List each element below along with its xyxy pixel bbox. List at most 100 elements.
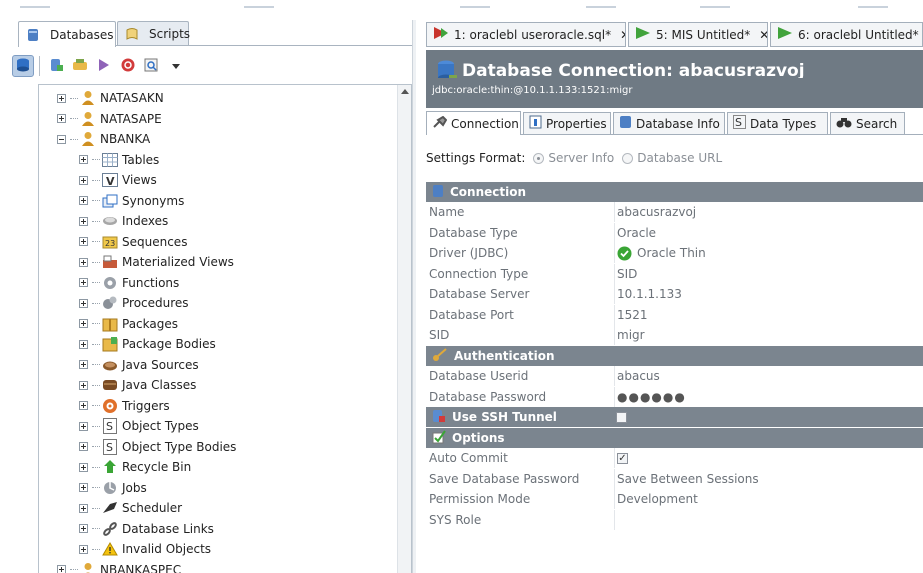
section-connection[interactable]: Connection — [426, 182, 923, 202]
tree-item[interactable]: Package Bodies — [79, 334, 216, 354]
ssh-tunnel-checkbox[interactable] — [616, 411, 627, 423]
expand-icon[interactable] — [79, 524, 88, 533]
property-row[interactable]: Database Server 10.1.1.133 — [426, 284, 923, 304]
object-tree[interactable]: NATASAKN NATASAPE NBANKA Tables V Views Synony… — [38, 84, 412, 573]
property-row[interactable]: Database Port 1521 — [426, 304, 923, 325]
tree-item[interactable]: Triggers — [79, 396, 170, 416]
property-row[interactable]: Database Type Oracle — [426, 222, 923, 243]
expand-icon[interactable] — [79, 339, 88, 349]
property-value[interactable]: Save Between Sessions — [614, 468, 923, 489]
tree-item[interactable]: Invalid Objects — [79, 539, 211, 559]
tab-scripts[interactable]: Scripts — [117, 21, 190, 45]
expand-icon[interactable] — [79, 462, 88, 472]
tree-item[interactable]: 23 Sequences — [79, 232, 187, 252]
property-row[interactable]: SYS Role — [426, 509, 923, 530]
tree-item[interactable]: Synonyms — [79, 191, 184, 211]
property-value[interactable] — [614, 509, 923, 530]
property-row[interactable]: Driver (JDBC) Oracle Thin — [426, 243, 923, 263]
tab-databases[interactable]: Databases — [18, 21, 116, 47]
disconnect-button[interactable] — [117, 55, 139, 77]
close-icon[interactable]: ✕ — [759, 28, 767, 42]
tree-item[interactable]: S Object Types — [79, 416, 199, 436]
find-dropdown-button[interactable] — [165, 55, 187, 77]
property-row[interactable]: Save Database Password Save Between Sessi… — [426, 468, 923, 489]
property-row[interactable]: Database Userid abacus — [426, 366, 923, 386]
tree-item[interactable]: Functions — [79, 273, 179, 293]
radio-server-info[interactable]: Server Info — [533, 151, 614, 165]
expand-icon[interactable] — [79, 278, 88, 287]
radio-database-url[interactable]: Database URL — [622, 151, 722, 165]
expand-icon[interactable] — [79, 421, 88, 431]
tree-item[interactable]: Procedures — [79, 293, 189, 313]
find-button[interactable] — [141, 55, 163, 77]
expand-icon[interactable] — [57, 114, 66, 123]
property-row[interactable]: Database Password ●●●●●● — [426, 386, 923, 407]
tree-item[interactable]: Materialized Views — [79, 252, 234, 272]
tree-item[interactable]: NATASAKN — [57, 88, 164, 108]
auto-commit-checkbox[interactable]: ✓ — [617, 452, 628, 464]
property-value[interactable]: abacusrazvoj — [614, 202, 923, 222]
tab-search[interactable]: Search — [830, 112, 905, 134]
property-row[interactable]: Permission Mode Development — [426, 489, 923, 509]
tab-connection[interactable]: Connection — [426, 111, 521, 135]
tree-item[interactable]: Recycle Bin — [79, 457, 191, 477]
tree-item[interactable]: Indexes — [79, 211, 168, 231]
tree-item[interactable]: NATASAPE — [57, 109, 162, 129]
expand-icon[interactable] — [79, 155, 88, 164]
tab-database-info[interactable]: Database Info — [613, 112, 725, 134]
property-row[interactable]: Connection Type SID — [426, 263, 923, 284]
tree-item[interactable]: Java Classes — [79, 375, 196, 395]
property-row[interactable]: Name abacusrazvoj — [426, 202, 923, 222]
tree-item[interactable]: Java Sources — [79, 355, 199, 375]
tab-properties[interactable]: Properties — [523, 112, 611, 134]
new-connection-button[interactable] — [45, 55, 67, 77]
property-value[interactable]: abacus — [614, 366, 923, 386]
tree-item[interactable]: S Object Type Bodies — [79, 437, 236, 457]
expand-icon[interactable] — [79, 298, 88, 308]
section-authentication[interactable]: Authentication — [426, 346, 923, 366]
expand-icon[interactable] — [79, 257, 88, 267]
editor-tab-5[interactable]: 5: MIS Untitled* ✕ — [628, 22, 768, 47]
property-value[interactable]: 10.1.1.133 — [614, 284, 923, 304]
section-options[interactable]: Options — [426, 428, 923, 448]
tree-scrollbar[interactable] — [397, 85, 411, 573]
edit-connection-button[interactable] — [69, 55, 91, 77]
expand-icon[interactable] — [79, 237, 88, 246]
property-value[interactable]: migr — [614, 325, 923, 345]
property-value[interactable]: 1521 — [614, 304, 923, 325]
expand-icon[interactable] — [79, 360, 88, 369]
property-value[interactable]: SID — [614, 263, 923, 284]
expand-icon[interactable] — [79, 196, 88, 205]
expand-icon[interactable] — [79, 380, 88, 390]
property-row[interactable]: SID migr — [426, 325, 923, 345]
expand-icon[interactable] — [79, 216, 88, 226]
tree-item[interactable]: Packages — [79, 314, 178, 334]
property-value[interactable]: Oracle Thin — [614, 243, 923, 263]
expand-icon[interactable] — [79, 544, 88, 554]
expand-icon[interactable] — [57, 565, 66, 573]
property-value[interactable]: Oracle — [614, 222, 923, 243]
property-value[interactable]: ●●●●●● — [614, 386, 923, 407]
tree-item[interactable]: Scheduler — [79, 498, 182, 518]
filter-button[interactable] — [93, 55, 115, 77]
expand-icon[interactable] — [79, 442, 88, 451]
expand-icon[interactable] — [79, 483, 88, 492]
tree-item[interactable]: Jobs — [79, 478, 147, 498]
tab-data-types[interactable]: S Data Types — [727, 112, 828, 134]
expand-icon[interactable] — [79, 503, 88, 513]
property-value[interactable]: Development — [614, 489, 923, 509]
expand-icon[interactable] — [79, 175, 88, 185]
editor-tab-6[interactable]: 6: oraclebl Untitled* — [770, 22, 923, 47]
expand-icon[interactable] — [79, 401, 88, 410]
tree-item[interactable]: NBANKASPEC — [57, 560, 181, 573]
property-row[interactable]: Auto Commit ✓ — [426, 448, 923, 468]
connect-button[interactable] — [12, 55, 34, 77]
close-icon[interactable]: ✕ — [620, 28, 625, 42]
editor-tab-1[interactable]: 1: oraclebl useroracle.sql* ✕ — [426, 22, 626, 47]
tree-item[interactable]: Tables — [79, 150, 159, 170]
collapse-icon[interactable] — [57, 134, 66, 144]
expand-icon[interactable] — [79, 319, 88, 328]
tree-item[interactable]: NBANKA — [57, 129, 150, 149]
expand-icon[interactable] — [57, 93, 66, 103]
property-value[interactable]: ✓ — [614, 448, 923, 468]
